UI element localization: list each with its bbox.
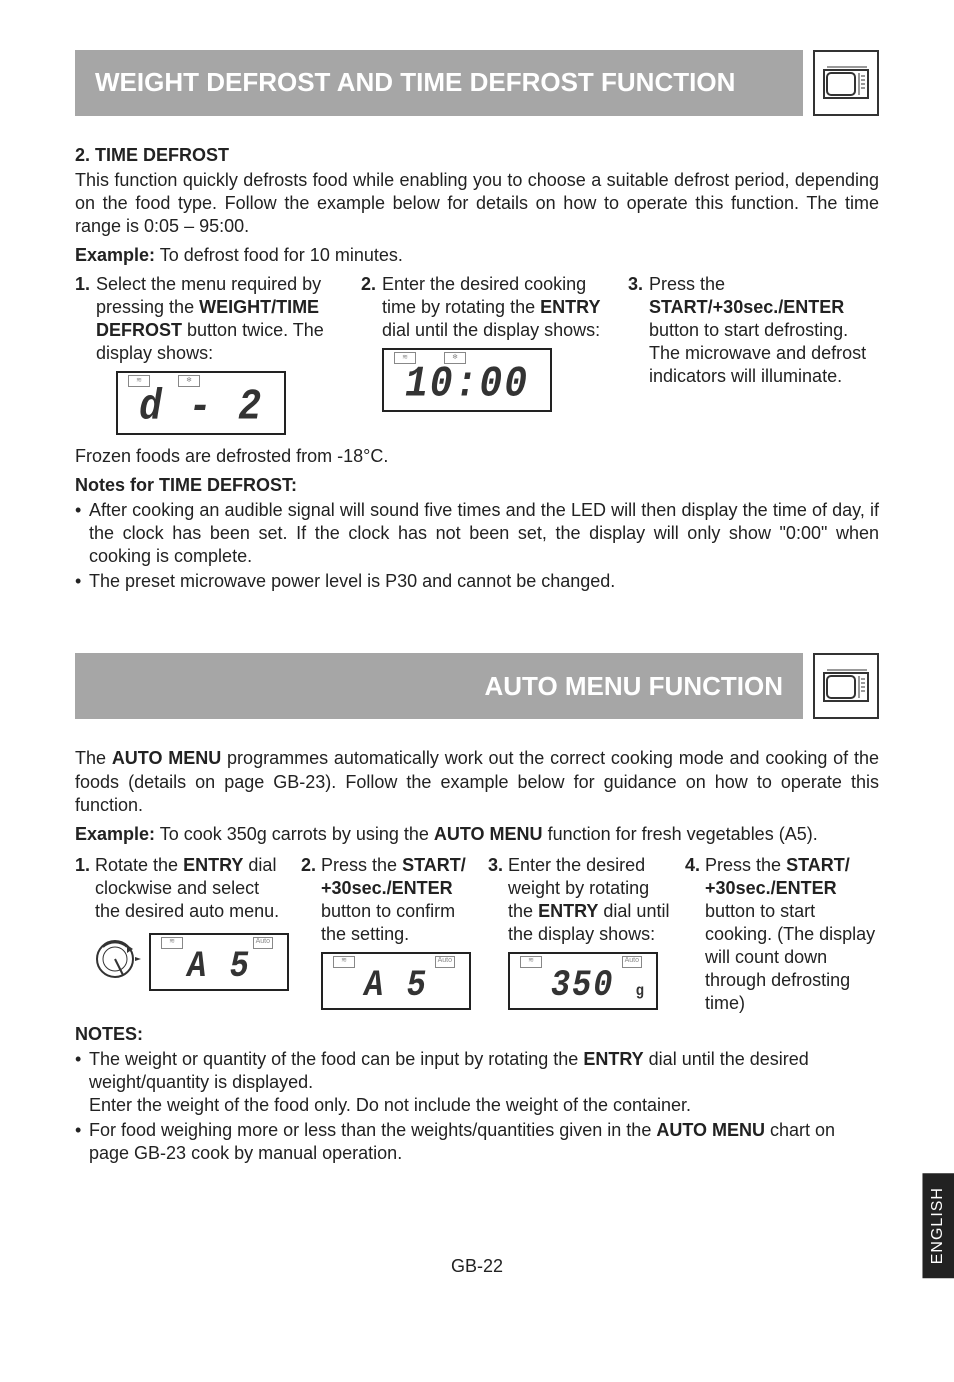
- as3-num: 3.: [488, 854, 503, 1015]
- td-step1-num: 1.: [75, 273, 90, 435]
- microwave-icon: [813, 50, 879, 116]
- as1-bold: ENTRY: [183, 855, 243, 875]
- td-step3-a: Press the: [649, 274, 725, 294]
- example-text: To defrost food for 10 minutes.: [155, 245, 403, 265]
- as2-b: button to confirm the setting.: [321, 901, 455, 944]
- ae-a: To cook 350g carrots by using the: [155, 824, 434, 844]
- language-tab: ENGLISH: [922, 1173, 954, 1278]
- example-line: Example: To defrost food for 10 minutes.: [75, 244, 879, 267]
- dial-icon: [95, 935, 143, 983]
- auto-note1: • The weight or quantity of the food can…: [75, 1048, 879, 1117]
- ai-a: The: [75, 748, 112, 768]
- g-suffix: g: [636, 982, 646, 1000]
- header-auto-menu: AUTO MENU FUNCTION: [75, 653, 879, 719]
- an1-a: The weight or quantity of the food can b…: [89, 1049, 583, 1069]
- auto-note2: • For food weighing more or less than th…: [75, 1119, 879, 1165]
- as1-a: Rotate the: [95, 855, 183, 875]
- an2-bold: AUTO MENU: [656, 1120, 765, 1140]
- auto-intro: The AUTO MENU programmes automatically w…: [75, 747, 879, 816]
- as4-num: 4.: [685, 854, 700, 1015]
- td-step1: 1. Select the menu required by pressing …: [75, 273, 345, 435]
- display-a5-2: ≋ Auto A 5: [321, 952, 471, 1010]
- auto-example: Example: To cook 350g carrots by using t…: [75, 823, 879, 846]
- td-step3-bold: START/+30sec./ENTER: [649, 297, 844, 317]
- td-note1: • After cooking an audible signal will s…: [75, 499, 879, 568]
- td-step2-num: 2.: [361, 273, 376, 435]
- as2-a: Press the: [321, 855, 402, 875]
- display-d2-text: d - 2: [122, 384, 280, 432]
- time-defrost-intro: This function quickly defrosts food whil…: [75, 169, 879, 238]
- auto-notes-list: • The weight or quantity of the food can…: [75, 1048, 879, 1165]
- an1-bold: ENTRY: [583, 1049, 643, 1069]
- as4-a: Press the: [705, 855, 786, 875]
- display-350: ≋ Auto 350 g: [508, 952, 658, 1010]
- auto-steps: 1. Rotate the ENTRY dial clockwise and s…: [75, 854, 879, 1015]
- td-step3-b: button to start defrosting. The microwav…: [649, 320, 866, 386]
- td-step2-b: dial until the display shows:: [382, 320, 600, 340]
- header2-title: AUTO MENU FUNCTION: [75, 653, 803, 719]
- ae-bold: AUTO MENU: [434, 824, 543, 844]
- display-1000-text: 10:00: [388, 361, 546, 409]
- td-step3-num: 3.: [628, 273, 643, 435]
- display-d2: ≋ ❄ d - 2: [116, 371, 286, 435]
- ae-b: function for fresh vegetables (A5).: [543, 824, 818, 844]
- auto-step4: 4. Press the START/ +30sec./ENTER button…: [685, 854, 879, 1015]
- time-defrost-title: 2. TIME DEFROST: [75, 144, 879, 167]
- disp-a5-1-text: A 5: [155, 946, 283, 987]
- auto-step1: 1. Rotate the ENTRY dial clockwise and s…: [75, 854, 289, 1015]
- td-step2-bold: ENTRY: [540, 297, 600, 317]
- disp-350-text: 350: [551, 964, 615, 1007]
- an1-c: Enter the weight of the food only. Do no…: [89, 1095, 691, 1115]
- ae-label: Example:: [75, 824, 155, 844]
- td-notes-title: Notes for TIME DEFROST:: [75, 474, 879, 497]
- display-a5-1: ≋ Auto A 5: [149, 933, 289, 991]
- as3-bold: ENTRY: [538, 901, 598, 921]
- td-notes-list: • After cooking an audible signal will s…: [75, 499, 879, 593]
- ai-bold: AUTO MENU: [112, 748, 221, 768]
- an2-a: For food weighing more or less than the …: [89, 1120, 656, 1140]
- display-1000: ≋ ❄ 10:00: [382, 348, 552, 412]
- header1-title: WEIGHT DEFROST AND TIME DEFROST FUNCTION: [75, 50, 803, 116]
- header-weight-defrost: WEIGHT DEFROST AND TIME DEFROST FUNCTION: [75, 50, 879, 116]
- auto-step2: 2. Press the START/ +30sec./ENTER button…: [301, 854, 476, 1015]
- time-defrost-steps: 1. Select the menu required by pressing …: [75, 273, 879, 435]
- auto-step3: 3. Enter the desired weight by rotating …: [488, 854, 673, 1015]
- as4-b: button to start cooking. (The display wi…: [705, 901, 875, 1013]
- example-label: Example:: [75, 245, 155, 265]
- td-step3: 3. Press the START/+30sec./ENTER button …: [628, 273, 879, 435]
- auto-notes-label: NOTES:: [75, 1023, 879, 1046]
- as1-num: 1.: [75, 854, 90, 1015]
- td-step2: 2. Enter the desired cooking time by rot…: [361, 273, 612, 435]
- disp-a5-2-text: A 5: [327, 965, 465, 1006]
- td-note2: • The preset microwave power level is P3…: [75, 570, 879, 593]
- page-number: GB-22: [75, 1255, 879, 1278]
- td-note2-text: The preset microwave power level is P30 …: [89, 570, 615, 593]
- frozen-line: Frozen foods are defrosted from -18°C.: [75, 445, 879, 468]
- microwave-icon: [813, 653, 879, 719]
- as2-num: 2.: [301, 854, 316, 1015]
- td-note1-text: After cooking an audible signal will sou…: [89, 499, 879, 568]
